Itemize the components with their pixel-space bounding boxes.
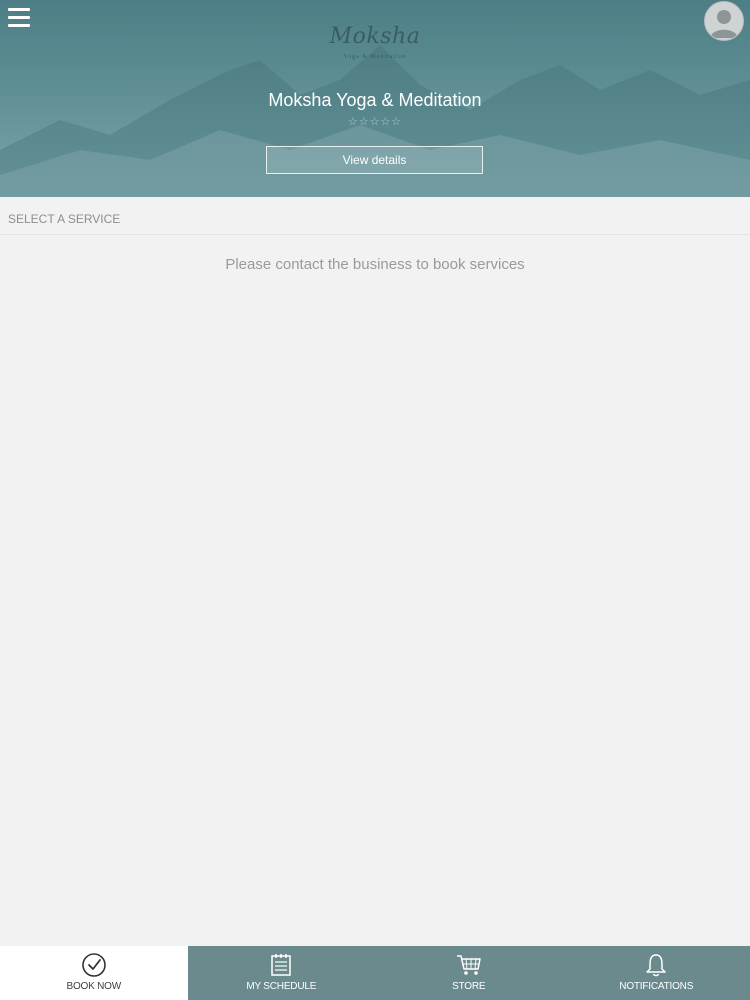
section-heading: SELECT A SERVICE (8, 212, 121, 226)
header-banner: Moksha Yoga & Meditation Moksha Yoga & M… (0, 0, 750, 197)
nav-my-schedule-label: MY SCHEDULE (246, 981, 317, 992)
section-divider (0, 234, 750, 235)
nav-book-now[interactable]: BOOK NOW (0, 946, 188, 1000)
nav-my-schedule[interactable]: MY SCHEDULE (188, 946, 376, 1000)
nav-notifications-label: NOTIFICATIONS (619, 981, 694, 992)
nav-book-now-label: BOOK NOW (66, 981, 121, 992)
user-avatar-icon[interactable] (704, 1, 744, 41)
cart-icon (456, 955, 481, 975)
hamburger-menu-icon[interactable] (8, 8, 30, 28)
rating-stars: ☆☆☆☆☆ (347, 116, 403, 128)
nav-notifications[interactable]: NOTIFICATIONS (563, 946, 750, 1000)
business-name: Moksha Yoga & Meditation (268, 90, 482, 110)
bottom-navigation: BOOK NOW MY SCHEDULE STORE NOTIFICATIONS (0, 946, 750, 1000)
nav-store[interactable]: STORE (375, 946, 563, 1000)
bell-icon (646, 954, 666, 977)
business-logo: Moksha Yoga & Meditation (315, 22, 435, 66)
logo-subtitle-text: Yoga & Meditation (343, 54, 407, 60)
empty-state-message: Please contact the business to book serv… (225, 256, 525, 273)
logo-script-text: Moksha (329, 24, 421, 49)
nav-store-label: STORE (452, 981, 486, 992)
checkmark-circle-icon (81, 953, 106, 977)
calendar-icon (271, 954, 291, 976)
view-details-button[interactable]: View details (266, 146, 483, 174)
